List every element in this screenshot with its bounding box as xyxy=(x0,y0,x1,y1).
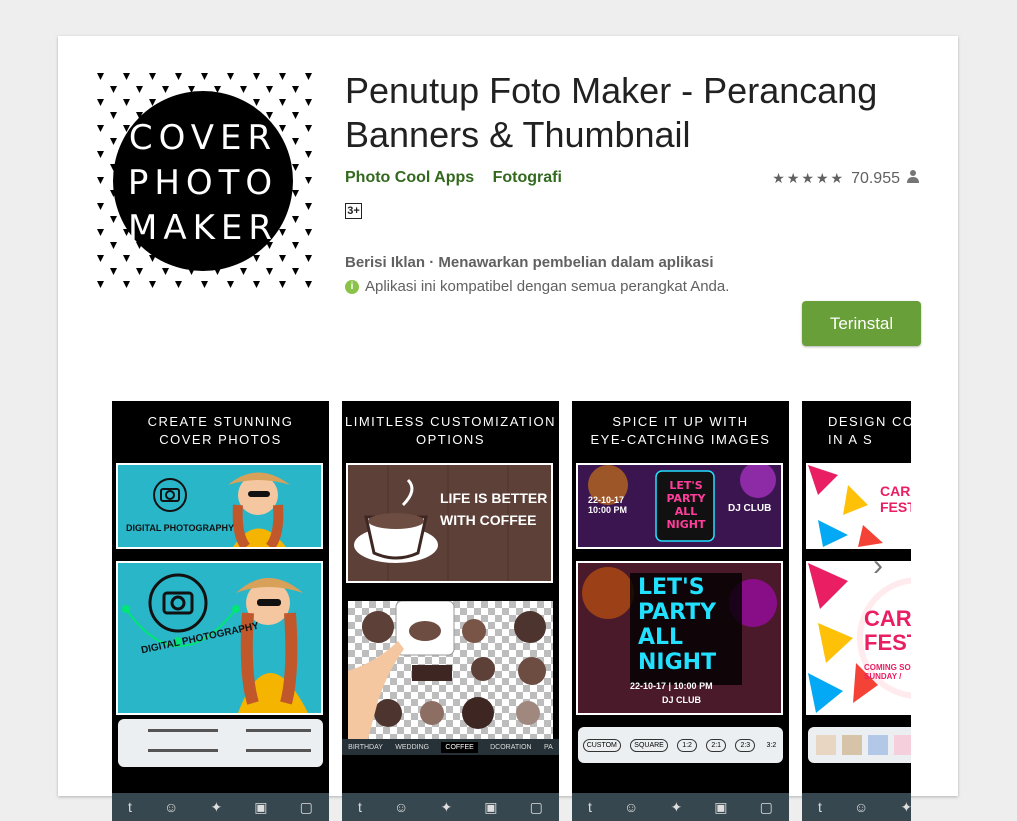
screenshot-toolbar: t☺✦▣▢ xyxy=(572,793,789,821)
developer-link[interactable]: Photo Cool Apps xyxy=(345,169,474,186)
screenshot-caption: DESIGN COV IN A S xyxy=(828,414,911,447)
swatch[interactable] xyxy=(868,735,888,755)
compatibility-text: Aplikasi ini kompatibel dengan semua per… xyxy=(365,278,730,295)
event-subtitle: COMING SOON SUNDAY / xyxy=(864,663,911,681)
screenshot-panel: LIFE IS BETTER WITH COFFEE xyxy=(346,463,553,583)
screenshot-caption: LIMITLESS CUSTOMIZATION OPTIONS xyxy=(345,414,556,447)
screenshot-caption: SPICE IT UP WITH EYE-CATCHING IMAGES xyxy=(590,414,771,447)
screenshot-2[interactable]: LIMITLESS CUSTOMIZATION OPTIONS LIFE IS … xyxy=(342,401,559,821)
slider-track[interactable] xyxy=(148,729,218,732)
screenshot-toolbar: t☺✦▣▢ xyxy=(112,793,329,821)
ratio-1-2[interactable]: 1:2 xyxy=(677,738,697,752)
screenshot-panel: CARN FEST xyxy=(806,463,911,549)
tab-wedding[interactable]: WEDDING xyxy=(395,744,429,751)
background-swatches xyxy=(808,727,911,763)
content-rating-badge[interactable]: 3+ xyxy=(345,203,362,219)
event-date: 22-10-17 | 10:00 PM xyxy=(630,681,713,691)
screenshot-toolbar: t☺✦▣▢ xyxy=(802,793,911,821)
slider-track[interactable] xyxy=(246,749,311,752)
swatch[interactable] xyxy=(842,735,862,755)
ratio-2-1[interactable]: 2:1 xyxy=(706,738,727,752)
event-venue: DJ CLUB xyxy=(728,503,772,514)
screenshot-panel: LET'S PARTY ALL NIGHT 22-10-17 | 10:00 P… xyxy=(576,561,783,715)
info-icon: i xyxy=(345,279,359,294)
aspect-ratio-bar: CUSTOM SQUARE 1:2 2:1 2:3 3:2 xyxy=(578,727,783,763)
slider-track[interactable] xyxy=(148,749,218,752)
rating-summary: ★★★★★ 70.955 xyxy=(772,169,920,188)
install-button[interactable]: Terinstal xyxy=(802,301,921,346)
category-tabs: BIRTHDAY WEDDING COFFEE DCORATION PA xyxy=(342,739,559,755)
compatibility-info: i Aplikasi ini kompatibel dengan semua p… xyxy=(345,278,729,295)
swatch[interactable] xyxy=(894,735,911,755)
panel-label: DIGITAL PHOTOGRAPHY xyxy=(126,523,235,533)
ads-info: Berisi Iklan · Menawarkan pembelian dala… xyxy=(345,254,714,271)
rating-count: 70.955 xyxy=(851,169,900,187)
screenshot-carousel: CREATE STUNNING COVER PHOTOS DIGITAL PHO… xyxy=(112,401,911,821)
category-link[interactable]: Fotografi xyxy=(493,169,562,186)
app-icon: COVER PHOTO MAKER xyxy=(91,69,315,293)
screenshot-panel: LET'S PARTY ALL NIGHT 22-10-17 10:00 PM … xyxy=(576,462,783,549)
app-meta: Photo Cool Apps Fotografi xyxy=(345,169,576,187)
icon-text-line-3: MAKER xyxy=(128,208,278,248)
swatch[interactable] xyxy=(816,735,836,755)
tab-party[interactable]: PA xyxy=(544,744,553,751)
slider-track[interactable] xyxy=(246,729,311,732)
ratio-square[interactable]: SQUARE xyxy=(630,738,668,752)
tab-coffee[interactable]: COFFEE xyxy=(441,741,478,753)
screenshot-caption: CREATE STUNNING COVER PHOTOS xyxy=(147,414,294,447)
event-date: 22-10-17 10:00 PM xyxy=(588,495,628,515)
ratio-custom[interactable]: CUSTOM xyxy=(582,738,621,752)
panel-label: LIFE IS BETTER WITH COFFEE xyxy=(440,490,548,528)
icon-text-line-2: PHOTO xyxy=(128,163,278,203)
screenshot-3[interactable]: SPICE IT UP WITH EYE-CATCHING IMAGES LET… xyxy=(572,401,789,821)
screenshot-1[interactable]: CREATE STUNNING COVER PHOTOS DIGITAL PHO… xyxy=(112,401,329,821)
tab-birthday[interactable]: BIRTHDAY xyxy=(348,744,383,751)
screenshot-panel: DIGITAL PHOTOGRAPHY xyxy=(116,561,323,715)
slider-panel xyxy=(118,719,323,767)
event-title: CARN FEST xyxy=(880,483,911,515)
app-title: Penutup Foto Maker - Perancang Banners &… xyxy=(345,70,878,155)
neon-text: LET'S PARTY ALL NIGHT xyxy=(666,479,706,531)
neon-text: LET'S PARTY ALL NIGHT xyxy=(638,575,717,675)
screenshot-4[interactable]: DESIGN COV IN A S CARN FEST xyxy=(802,401,911,821)
screenshot-panel: DIGITAL PHOTOGRAPHY xyxy=(116,463,323,551)
chevron-right-icon[interactable]: › xyxy=(864,546,892,586)
ratio-3-2[interactable]: 3:2 xyxy=(765,740,779,751)
sticker-grid xyxy=(348,600,553,739)
event-venue: DJ CLUB xyxy=(662,695,702,705)
app-details-card: COVER PHOTO MAKER Penutup Foto Maker - P… xyxy=(58,36,958,821)
icon-text-line-1: COVER xyxy=(129,118,277,158)
ratio-2-3[interactable]: 2:3 xyxy=(735,738,756,752)
screenshot-panel: CARN FEST COMING SOON SUNDAY / xyxy=(806,561,911,715)
star-rating-icon: ★★★★★ xyxy=(772,170,846,186)
tab-decoration[interactable]: DCORATION xyxy=(490,744,531,751)
person-icon xyxy=(906,169,920,188)
screenshot-toolbar: t☺✦▣▢ xyxy=(342,793,559,821)
event-title: CARN FEST xyxy=(864,606,911,655)
